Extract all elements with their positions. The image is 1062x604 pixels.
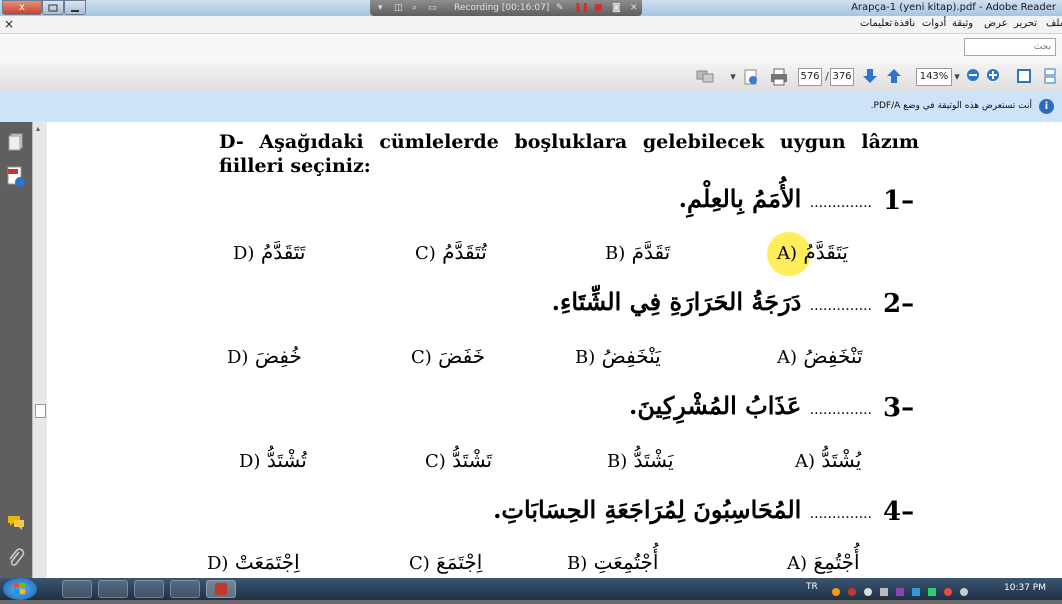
- question-number: 4–: [883, 497, 915, 527]
- question-number: 3–: [883, 393, 915, 423]
- option-c: C) خَفَضَ: [411, 344, 486, 368]
- menu-window[interactable]: نافذة: [894, 18, 915, 29]
- option-a: A) تَنْخَفِضُ: [777, 344, 863, 368]
- close-glyph: x: [19, 2, 25, 13]
- scrolling-mode-icon[interactable]: [1040, 68, 1060, 86]
- scrollbar-thumb[interactable]: [35, 404, 46, 418]
- restore-icon: [48, 4, 58, 12]
- document-page: D- Aşağıdaki cümlelerde boşluklara geleb…: [47, 122, 1062, 578]
- info-icon: i: [1039, 99, 1054, 114]
- recorder-pause-icon[interactable]: ❚❚: [574, 3, 589, 13]
- question-blank: ..............: [809, 506, 872, 522]
- question-sentence: .............. دَرَجَةُ الحَرَارَةِ فِي …: [551, 287, 872, 316]
- option-c: C) تُتَقَدَّمُ: [415, 240, 487, 264]
- pdf-create-icon[interactable]: [740, 68, 762, 86]
- navigation-pane: [0, 122, 32, 578]
- attachments-pdf-icon[interactable]: [6, 166, 26, 187]
- option-b: B) يَشْتَدُّ: [607, 448, 674, 472]
- recorder-zoom-icon[interactable]: ⌕: [412, 3, 417, 13]
- scroll-up-icon[interactable]: ▴: [36, 124, 40, 133]
- zoom-level-select[interactable]: 143%: [916, 68, 952, 86]
- menu-help[interactable]: تعليمات: [860, 18, 892, 29]
- taskbar-media-player-icon[interactable]: [62, 580, 92, 598]
- exercise-heading: D- Aşağıdaki cümlelerde boşluklara geleb…: [219, 131, 919, 177]
- next-page-icon[interactable]: [860, 68, 880, 86]
- recorder-region-icon[interactable]: ▭: [428, 3, 437, 13]
- screen-recorder-bar: ▾ ◫ ⌕ ▭ Recording [00:16:07] ✎ ❚❚ ■ ◙ ✕: [370, 0, 642, 16]
- collaborate-icon[interactable]: [694, 68, 716, 86]
- question-sentence: .............. عَذَابُ المُشْرِكِينَ.: [628, 391, 872, 420]
- document-message-bar: أنت تستعرض هذه الوثيقة في وضع PDF/A. i: [0, 92, 1062, 123]
- system-clock[interactable]: 10:37 PM: [1004, 583, 1046, 593]
- taskbar-explorer-icon[interactable]: [98, 580, 128, 598]
- question-number: 2–: [883, 289, 915, 319]
- close-document-button[interactable]: ×: [4, 17, 14, 31]
- option-a: A) أُجْتُمِعَ: [787, 550, 860, 574]
- search-input[interactable]: [964, 38, 1056, 56]
- windows-logo-icon: [14, 583, 25, 594]
- menu-tools[interactable]: أدوات: [922, 18, 946, 29]
- recorder-pen-icon[interactable]: ✎: [556, 3, 564, 13]
- language-indicator[interactable]: TR: [806, 582, 818, 592]
- menu-file[interactable]: ملف: [1046, 18, 1062, 29]
- taskbar-chrome-icon[interactable]: [134, 580, 164, 598]
- recorder-close-icon[interactable]: ✕: [630, 3, 638, 13]
- pages-icon[interactable]: [6, 132, 26, 152]
- taskbar-adobe-reader-icon[interactable]: [206, 580, 236, 598]
- chevron-down-icon[interactable]: ▾: [728, 68, 738, 86]
- question-sentence: .............. الأُمَمُ بِالعِلْمِ.: [678, 184, 872, 213]
- question-blank: ..............: [809, 402, 872, 418]
- menu-document[interactable]: وثيقة: [952, 18, 973, 29]
- title-bar: x ▾ ◫ ⌕ ▭ Recording [00:16:07] ✎ ❚❚ ■ ◙ …: [0, 0, 1062, 16]
- zoom-in-icon[interactable]: [984, 68, 1002, 86]
- recorder-camera-icon[interactable]: ◙: [612, 3, 621, 13]
- menu-edit[interactable]: تحرير: [1014, 18, 1037, 29]
- taskbar: TR 10:37 PM: [0, 578, 1062, 600]
- menu-bar: × ملف تحرير عرض وثيقة أدوات نافذة تعليما…: [0, 16, 1062, 34]
- option-d: D) اِجْتَمَعَتْ: [207, 550, 300, 574]
- vertical-scrollbar[interactable]: ▴: [32, 122, 47, 578]
- total-pages: 376: [830, 68, 854, 86]
- comments-icon[interactable]: [6, 514, 26, 534]
- option-b: B) تَقَدَّمَ: [605, 240, 671, 264]
- page-number-input[interactable]: 576: [798, 68, 822, 86]
- recording-status: Recording [00:16:07]: [454, 3, 550, 13]
- question-blank: ..............: [809, 298, 872, 314]
- search-bar: [0, 34, 1062, 63]
- zoom-dropdown-icon[interactable]: ▾: [952, 68, 962, 86]
- toolbar: ▾ 576 / 376 143% ▾: [0, 62, 1062, 93]
- maximize-window-button[interactable]: [42, 0, 64, 15]
- option-b: B) أُجْتُمِعَتِ: [567, 550, 659, 574]
- option-a: A) يُشْتَدُّ: [795, 448, 862, 472]
- minimize-icon: [71, 10, 79, 12]
- system-tray-icons[interactable]: [830, 583, 1000, 596]
- option-c: C) تَشْتَدُّ: [425, 448, 493, 472]
- option-d: D) تَتَقَدَّمُ: [233, 240, 306, 264]
- taskbar-word-icon[interactable]: [170, 580, 200, 598]
- window-title: Arapça-1 (yeni kitap).pdf - Adobe Reader: [851, 2, 1056, 13]
- option-b: B) يَنْخَفِضُ: [575, 344, 661, 368]
- option-d: D) خُفِضَ: [227, 344, 302, 368]
- pdfa-message: أنت تستعرض هذه الوثيقة في وضع PDF/A.: [870, 101, 1032, 111]
- close-window-button[interactable]: x: [2, 0, 42, 15]
- option-a: A) يَتَقَدَّمُ: [777, 240, 848, 264]
- fit-page-icon[interactable]: [1014, 68, 1034, 86]
- question-blank: ..............: [809, 195, 872, 211]
- option-d: D) تُشْتَدُّ: [239, 448, 307, 472]
- recorder-menu-icon[interactable]: ▾: [378, 3, 383, 13]
- question-sentence: .............. المُحَاسِبُونَ لِمُرَاجَع…: [493, 495, 872, 524]
- recorder-window-icon[interactable]: ◫: [394, 3, 403, 13]
- question-number: 1–: [883, 186, 915, 216]
- start-button[interactable]: [3, 578, 37, 600]
- zoom-out-icon[interactable]: [964, 68, 982, 86]
- minimize-window-button[interactable]: [64, 0, 86, 15]
- menu-view[interactable]: عرض: [984, 18, 1008, 29]
- previous-page-icon[interactable]: [884, 68, 904, 86]
- paperclip-icon[interactable]: [6, 548, 26, 568]
- option-c: C) اِجْتَمَعَ: [409, 550, 483, 574]
- recorder-stop-icon[interactable]: ■: [594, 3, 603, 13]
- print-icon[interactable]: [768, 68, 790, 86]
